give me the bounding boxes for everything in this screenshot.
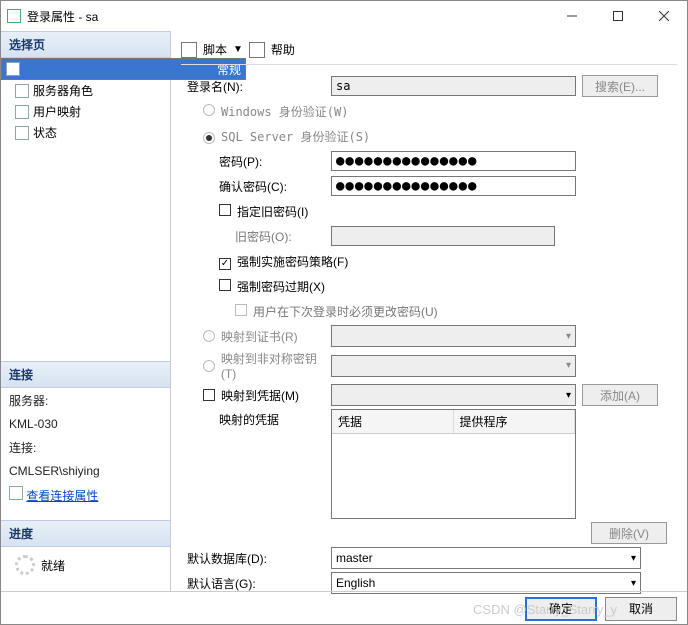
radio-map-akey [203, 360, 215, 372]
credentials-table[interactable]: 凭据提供程序 [331, 409, 576, 519]
progress-status: 就绪 [41, 557, 65, 574]
add-button: 添加(A) [582, 384, 658, 406]
server-label: 服务器: [1, 388, 170, 413]
script-icon [181, 42, 197, 58]
toolbar: 脚本 ▼ 帮助 [181, 39, 677, 65]
specify-old-pwd-checkbox[interactable] [219, 204, 231, 216]
cred-select[interactable]: ▾ [331, 384, 576, 406]
script-button[interactable]: 脚本 [203, 41, 227, 58]
radio-sql-auth [203, 132, 215, 144]
script-dropdown-icon[interactable]: ▼ [233, 44, 243, 55]
password-input[interactable] [331, 151, 576, 171]
content-pane: 脚本 ▼ 帮助 登录名(N): 搜索(E)... Windows 身份验证(W)… [171, 31, 687, 591]
page-icon [15, 126, 29, 140]
app-icon [7, 9, 21, 23]
ok-button[interactable]: 确定 [525, 597, 597, 621]
login-name-input[interactable] [331, 76, 576, 96]
help-icon [249, 42, 265, 58]
col-provider: 提供程序 [454, 410, 576, 433]
enforce-policy-checkbox[interactable] [219, 258, 231, 270]
akey-select: ▾ [331, 355, 576, 377]
chevron-down-icon: ▾ [631, 553, 636, 564]
minimize-button[interactable] [549, 1, 595, 31]
default-lang-label: 默认语言(G): [181, 575, 331, 592]
page-icon [9, 486, 23, 500]
radio-windows-auth [203, 104, 215, 116]
old-password-input [331, 226, 555, 246]
chevron-down-icon: ▾ [631, 578, 636, 589]
maximize-button[interactable] [595, 1, 641, 31]
confirm-password-label: 确认密码(C): [181, 178, 331, 195]
search-button: 搜索(E)... [582, 75, 658, 97]
confirm-password-input[interactable] [331, 176, 576, 196]
radio-map-cert [203, 330, 215, 342]
login-name-label: 登录名(N): [181, 78, 331, 95]
progress-header: 进度 [1, 520, 170, 547]
close-button[interactable] [641, 1, 687, 31]
cancel-button[interactable]: 取消 [605, 597, 677, 621]
connection-label: 连接: [1, 435, 170, 460]
help-button[interactable]: 帮助 [271, 41, 295, 58]
chevron-down-icon: ▾ [566, 360, 571, 371]
nav-server-roles[interactable]: 服务器角色 [1, 80, 170, 101]
chevron-down-icon: ▾ [566, 390, 571, 401]
map-cred-checkbox[interactable] [203, 389, 215, 401]
left-pane: 选择页 常规 服务器角色 用户映射 状态 连接 服务器: KML-030 连接:… [1, 31, 171, 591]
must-change-checkbox [235, 304, 247, 316]
default-db-select[interactable]: master▾ [331, 547, 641, 569]
cert-select: ▾ [331, 325, 576, 347]
password-label: 密码(P): [181, 153, 331, 170]
select-page-header: 选择页 [1, 31, 170, 58]
window-title: 登录属性 - sa [27, 8, 549, 25]
nav-user-mapping[interactable]: 用户映射 [1, 101, 170, 122]
connection-header: 连接 [1, 361, 170, 388]
remove-button: 删除(V) [591, 522, 667, 544]
old-password-label: 旧密码(O): [181, 228, 331, 245]
connection-value: CMLSER\shiying [1, 460, 170, 482]
mapped-creds-label: 映射的凭据 [181, 409, 331, 428]
dialog-footer: CSDN @Starry_Starry_y 确定 取消 [1, 591, 687, 625]
page-icon [15, 105, 29, 119]
page-icon [6, 62, 20, 76]
col-credential: 凭据 [332, 410, 454, 433]
server-value: KML-030 [1, 413, 170, 435]
page-icon [15, 84, 29, 98]
default-db-label: 默认数据库(D): [181, 550, 331, 567]
progress-spinner-icon [15, 555, 35, 575]
title-bar: 登录属性 - sa [1, 1, 687, 31]
chevron-down-icon: ▾ [566, 331, 571, 342]
nav-status[interactable]: 状态 [1, 122, 170, 143]
view-connection-link[interactable]: 查看连接属性 [26, 489, 98, 503]
enforce-expire-checkbox[interactable] [219, 279, 231, 291]
